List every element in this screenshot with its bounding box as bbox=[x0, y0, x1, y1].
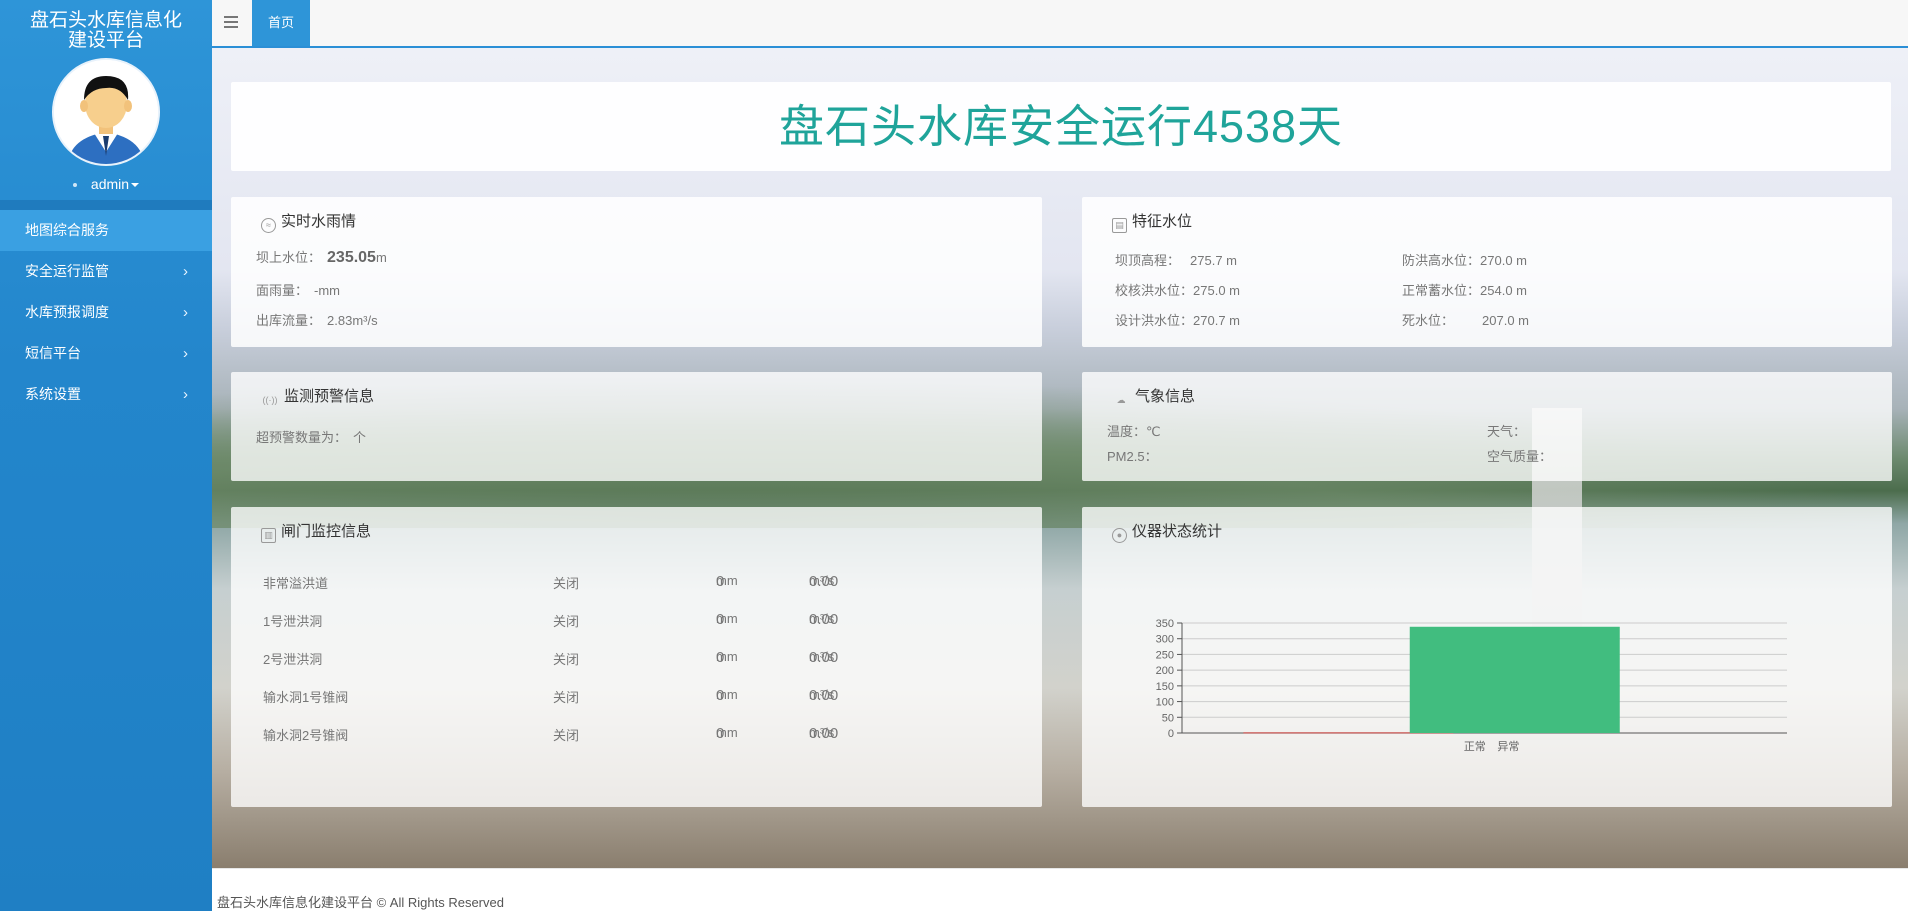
status-dot-icon bbox=[72, 183, 77, 188]
sidebar-menu: 地图综合服务 安全运行监管 › 水库预报调度 › 短信平台 › 系统设置 › bbox=[0, 210, 212, 415]
sidebar-item-map-service[interactable]: 地图综合服务 bbox=[0, 210, 212, 251]
chevron-right-icon: › bbox=[183, 263, 188, 280]
gate-monitoring-panel: ▥ 闸门监控信息 非常溢洪道 关闭 0 mm 0.00 m³/s 1号泄洪洞 关闭… bbox=[231, 507, 1042, 807]
panel-title: ≈ 实时水雨情 bbox=[261, 210, 356, 233]
air-quality: 空气质量： bbox=[1487, 449, 1553, 464]
gauge-icon: ▤ bbox=[1112, 218, 1127, 233]
realtime-water-rain-panel: ≈ 实时水雨情 坝上水位： 235.05m 面雨量： -mm 出库流量： 2.83m³/… bbox=[231, 197, 1042, 347]
y-tick-label: 300 bbox=[1156, 634, 1174, 646]
crest-elevation: 坝顶高程： 275.7 m bbox=[1115, 253, 1237, 268]
instrument-status-chart: 0 50 100 150 200 250 300 350 异常正常 bbox=[1156, 618, 1787, 753]
y-tick-label: 100 bbox=[1156, 697, 1174, 709]
footer: 盘石头水库信息化建设平台 © All Rights Reserved bbox=[212, 868, 1908, 911]
signal-icon: ((·)) bbox=[262, 395, 278, 405]
panel-title: ▤ 特征水位 bbox=[1112, 210, 1192, 233]
weather-panel: ☁ 气象信息 温度：℃ PM2.5： 天气： 空气质量： bbox=[1082, 372, 1892, 481]
chevron-right-icon: › bbox=[183, 304, 188, 321]
gate-row: 1号泄洪洞 关闭 0 mm 0.00 m³/s bbox=[263, 611, 839, 629]
normal-storage-level: 正常蓄水位：254.0 m bbox=[1402, 283, 1527, 298]
y-tick-label: 50 bbox=[1162, 712, 1174, 724]
copyright-text: 盘石头水库信息化建设平台 © All Rights Reserved bbox=[217, 895, 504, 910]
menu-toggle-icon[interactable] bbox=[224, 16, 238, 28]
safety-days-title: 盘石头水库安全运行4538天 bbox=[778, 101, 1344, 152]
gate-row: 输水洞2号锥阀 关闭 0 mm 0.00 m³/s bbox=[263, 725, 839, 743]
safety-banner: 盘石头水库安全运行4538天 bbox=[231, 82, 1891, 171]
check-flood-level: 校核洪水位：275.0 m bbox=[1115, 283, 1240, 298]
gate-row: 2号泄洪洞 关闭 0 mm 0.00 m³/s bbox=[263, 649, 839, 667]
caret-down-icon bbox=[131, 183, 140, 188]
x-tick-label: 异常 bbox=[1497, 740, 1519, 753]
sidebar-item-system-settings[interactable]: 系统设置 › bbox=[0, 374, 212, 415]
y-tick-label: 350 bbox=[1156, 618, 1174, 630]
chevron-right-icon: › bbox=[183, 386, 188, 403]
menu-separator bbox=[0, 200, 212, 210]
weather-condition: 天气： bbox=[1487, 424, 1527, 439]
outflow: 出库流量： 2.83m³/s bbox=[256, 313, 378, 328]
tab-home[interactable]: 首页 bbox=[252, 0, 310, 46]
user-menu[interactable]: admin bbox=[0, 176, 212, 192]
flood-control-high-level: 防洪高水位：270.0 m bbox=[1402, 253, 1527, 268]
panel-title: ((·)) 监测预警信息 bbox=[261, 385, 375, 409]
pm25: PM2.5： bbox=[1107, 449, 1158, 464]
sidebar-item-sms-platform[interactable]: 短信平台 › bbox=[0, 333, 212, 374]
panel-title: ▥ 闸门监控信息 bbox=[261, 520, 371, 543]
monitoring-warning-panel: ((·)) 监测预警信息 超预警数量为：个 bbox=[231, 372, 1042, 481]
dead-water-level: 死水位： 207.0 m bbox=[1402, 313, 1529, 328]
x-tick-label: 正常 bbox=[1464, 740, 1486, 753]
chevron-right-icon: › bbox=[183, 345, 188, 362]
bar-1[interactable] bbox=[1409, 626, 1620, 733]
gate-row: 非常溢洪道 关闭 0 mm 0.00 m³/s bbox=[263, 573, 839, 591]
username: admin bbox=[90, 176, 130, 192]
y-tick-label: 150 bbox=[1156, 681, 1174, 693]
top-bar: 首页 bbox=[212, 0, 1908, 48]
dashboard: 盘石头水库安全运行4538天 ≈ 实时水雨情 坝上水位： 235.05m 面雨量： -… bbox=[212, 48, 1908, 868]
rain-icon: ≈ bbox=[261, 218, 276, 233]
sidebar-item-safety-monitoring[interactable]: 安全运行监管 › bbox=[0, 251, 212, 292]
gate-icon: ▥ bbox=[261, 528, 276, 543]
panel-title: ☁ 气象信息 bbox=[1112, 385, 1196, 409]
temperature: 温度：℃ bbox=[1107, 424, 1161, 439]
avatar[interactable] bbox=[52, 58, 160, 166]
y-tick-label: 0 bbox=[1168, 728, 1174, 740]
dam-water-level: 坝上水位： 235.05m bbox=[256, 249, 387, 266]
y-tick-label: 250 bbox=[1156, 649, 1174, 661]
sidebar-item-forecast-dispatch[interactable]: 水库预报调度 › bbox=[0, 292, 212, 333]
instrument-status-panel: ● 仪器状态统计 0 50 100 150 200 250 300 350 异常 正常 bbox=[1082, 507, 1892, 807]
design-flood-level: 设计洪水位：270.7 m bbox=[1115, 313, 1240, 328]
user-avatar-icon bbox=[54, 60, 158, 164]
app-title: 盘石头水库信息化 建设平台 bbox=[29, 10, 182, 51]
area-rainfall: 面雨量： -mm bbox=[256, 283, 341, 298]
cloud-icon: ☁ bbox=[1116, 395, 1126, 405]
characteristic-water-level-panel: ▤ 特征水位 坝顶高程： 275.7 m 校核洪水位：275.0 m 设计洪水位：2… bbox=[1082, 197, 1892, 347]
y-tick-label: 200 bbox=[1156, 665, 1174, 677]
sidebar: 盘石头水库信息化 建设平台 admin 地图综合服务 安全运行监管 › 水库预报调… bbox=[0, 0, 212, 911]
gate-row: 输水洞1号锥阀 关闭 0 mm 0.00 m³/s bbox=[263, 687, 839, 705]
warning-count: 超预警数量为：个 bbox=[256, 430, 367, 445]
